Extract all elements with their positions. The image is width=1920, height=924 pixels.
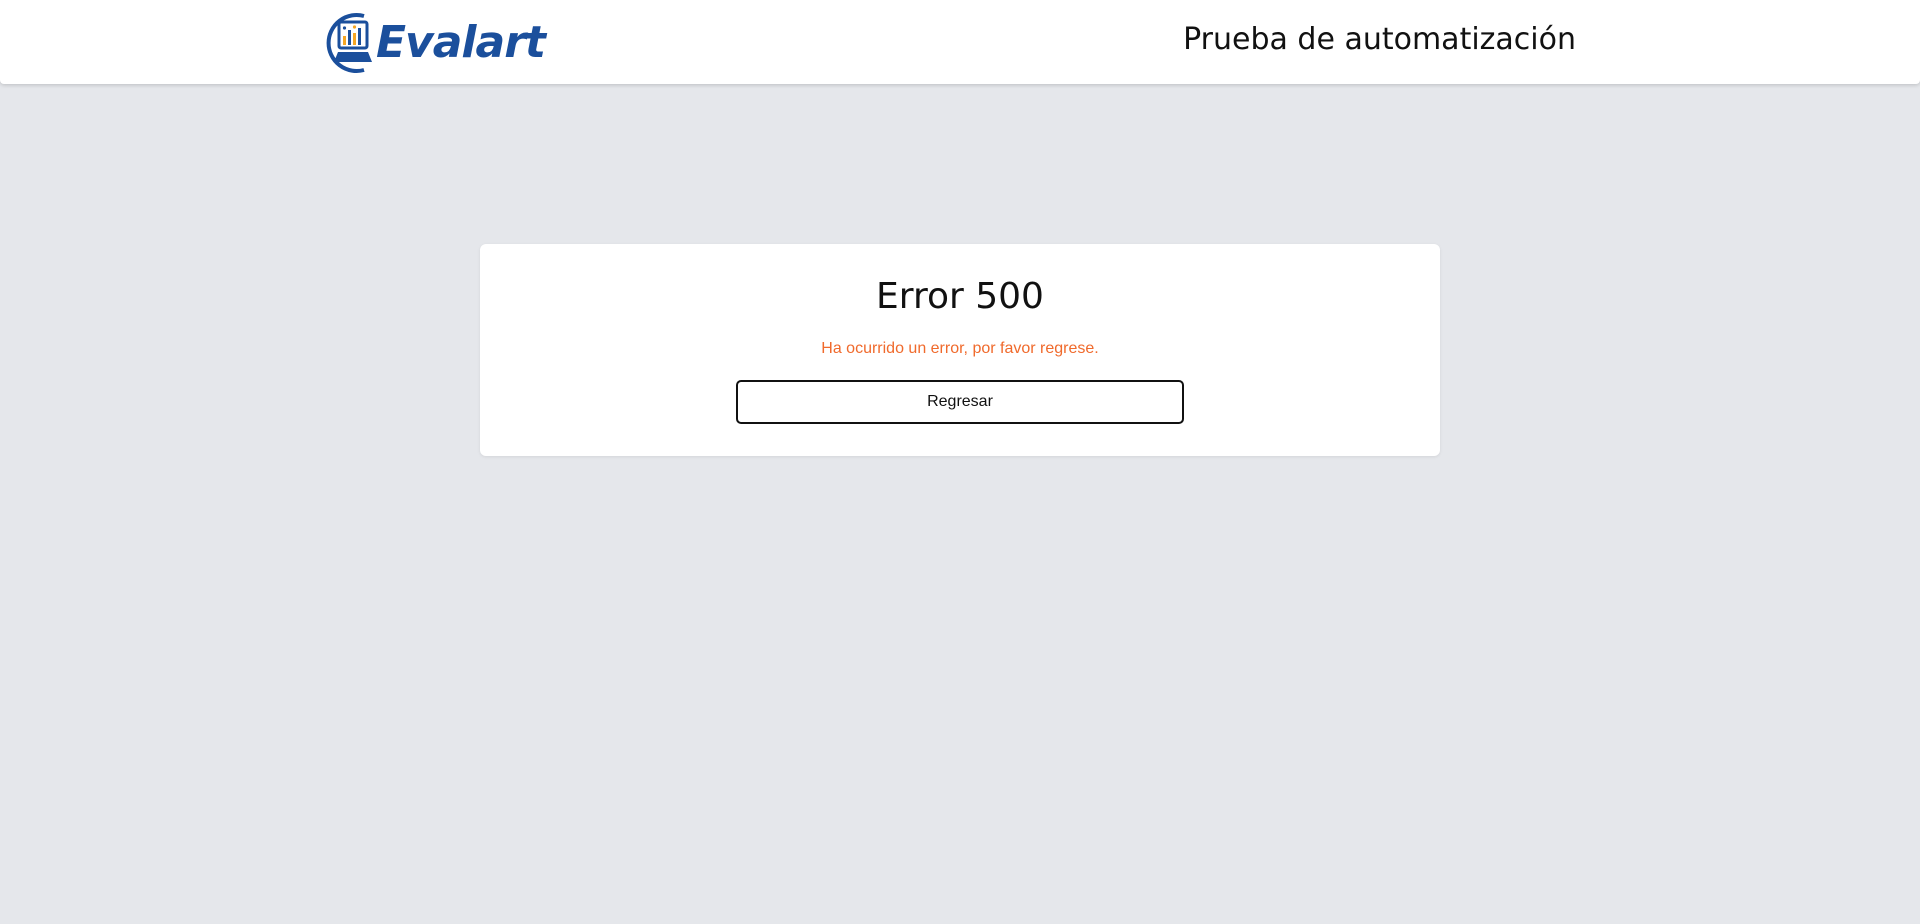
error-card: Error 500 Ha ocurrido un error, por favo…: [480, 244, 1440, 456]
monitor-chart-icon: [326, 13, 372, 73]
header-title: Prueba de automatización: [1183, 22, 1576, 57]
back-button[interactable]: Regresar: [736, 380, 1184, 424]
logo-wordmark: Evalart: [376, 17, 546, 68]
error-title: Error 500: [876, 276, 1044, 317]
top-header: Evalart Prueba de automatización: [0, 0, 1920, 84]
error-message: Ha ocurrido un error, por favor regrese.: [821, 340, 1099, 357]
evalart-logo[interactable]: Evalart: [320, 8, 565, 78]
